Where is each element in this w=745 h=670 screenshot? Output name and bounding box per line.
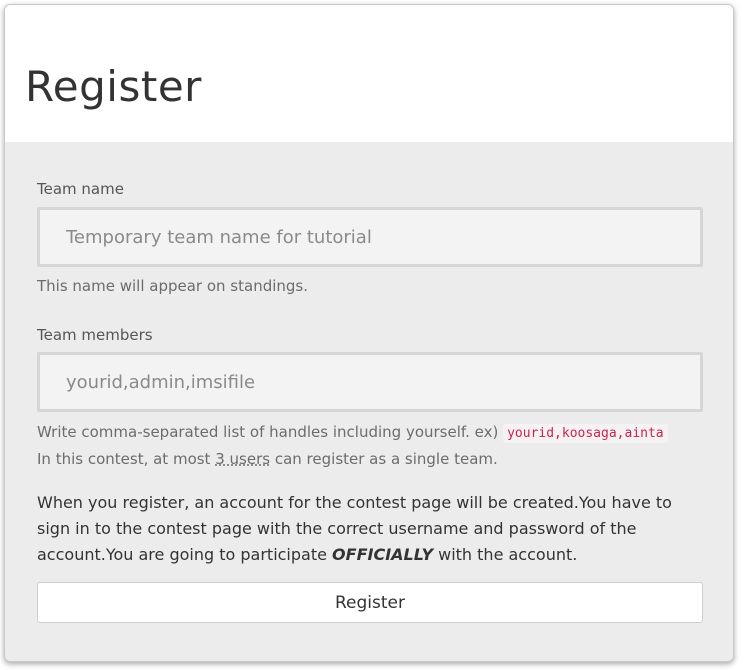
team-members-help: Write comma-separated list of handles in… (37, 419, 668, 447)
account-notice: When you register, an account for the co… (37, 490, 707, 568)
team-name-input[interactable] (37, 207, 703, 267)
team-size-limit-value: 3 users (215, 450, 271, 468)
register-dialog: Register Team name This name will appear… (4, 4, 734, 662)
register-button[interactable]: Register (37, 582, 703, 623)
team-members-label: Team members (37, 326, 153, 344)
account-notice-suffix: with the account. (438, 545, 578, 564)
officially-emphasis: OFFICIALLY (332, 545, 434, 564)
team-size-limit-prefix: In this contest, at most (37, 450, 211, 468)
team-size-limit-suffix: can register as a single team. (274, 450, 498, 468)
dialog-title: Register (25, 62, 202, 111)
team-name-help: This name will appear on standings. (37, 277, 309, 295)
team-members-input[interactable] (37, 352, 703, 412)
team-name-label: Team name (37, 180, 124, 198)
handles-example: yourid,koosaga,ainta (503, 424, 668, 443)
dialog-header: Register (5, 5, 733, 142)
team-size-limit: In this contest, at most 3 users can reg… (37, 446, 498, 473)
team-members-help-text: Write comma-separated list of handles in… (37, 423, 499, 441)
